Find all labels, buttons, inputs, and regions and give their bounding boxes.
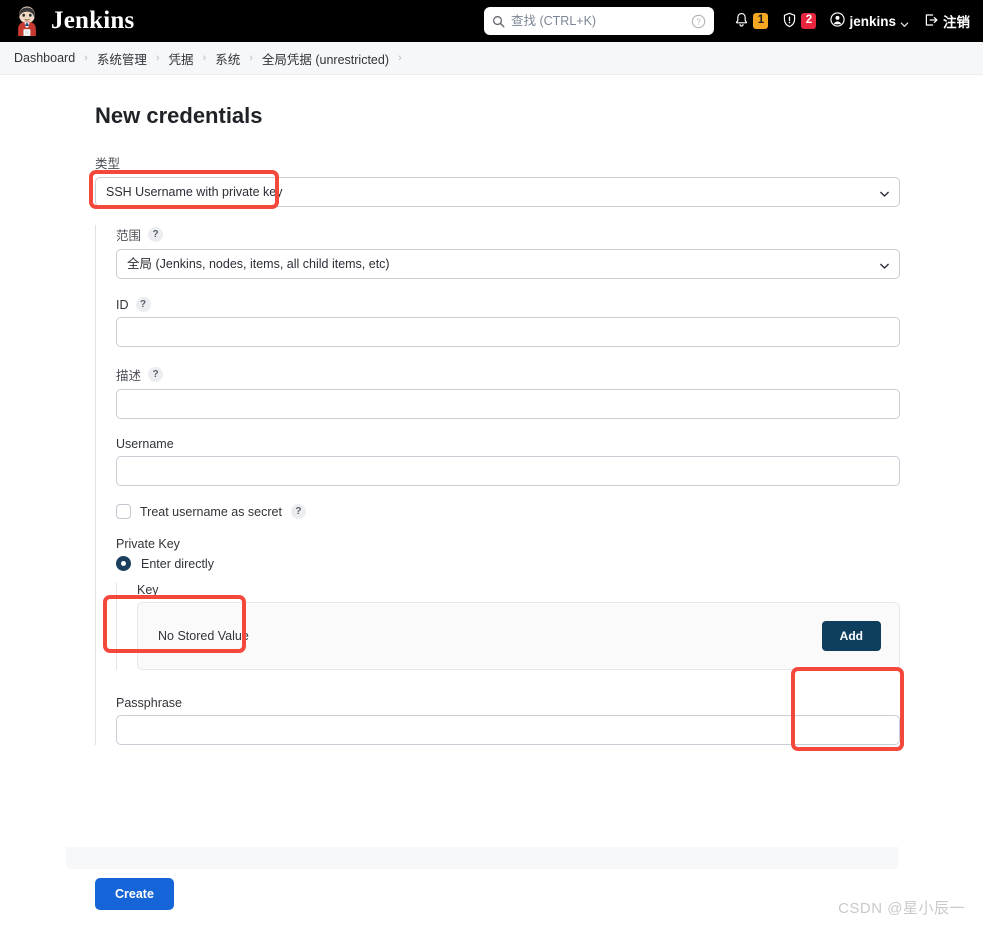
enter-directly-radio[interactable] <box>116 556 131 571</box>
page-title: New credentials <box>95 103 263 128</box>
user-circle-icon <box>830 12 846 30</box>
private-key-label-text: Private Key <box>116 537 180 551</box>
logout-button[interactable]: 注销 <box>916 0 977 42</box>
scope-help-icon[interactable]: ? <box>148 227 164 242</box>
breadcrumb-separator: › <box>84 52 88 64</box>
key-value-panel: No Stored Value Add <box>137 602 900 670</box>
key-stored-value: No Stored Value <box>158 629 249 643</box>
kind-label: 类型 <box>95 153 900 172</box>
brand-title: Jenkins <box>51 7 135 34</box>
app-header: Jenkins ? 1 <box>0 0 983 42</box>
svg-text:?: ? <box>696 17 701 26</box>
field-username: Username <box>116 437 900 486</box>
logout-icon <box>923 12 939 31</box>
security-warnings-button[interactable]: 2 <box>775 0 823 42</box>
notifications-badge: 1 <box>753 13 769 29</box>
description-input[interactable] <box>116 389 900 419</box>
breadcrumb-separator: › <box>202 52 207 64</box>
passphrase-label: Passphrase <box>116 696 900 710</box>
passphrase-label-text: Passphrase <box>116 696 183 710</box>
treat-username-as-secret-help-icon[interactable]: ? <box>290 504 306 519</box>
username-label-text: Username <box>116 437 174 451</box>
field-scope: 范围 ? 全局 (Jenkins, nodes, items, all chil… <box>116 225 900 279</box>
description-label-text: 描述 <box>116 369 142 383</box>
header-actions: 1 2 jenkins 注销 <box>727 0 977 42</box>
field-description: 描述 ? <box>116 365 900 419</box>
breadcrumb-item-manage[interactable]: 系统管理 <box>97 49 147 68</box>
chevron-down-icon <box>900 17 909 27</box>
search-input[interactable] <box>511 14 691 28</box>
id-label: ID ? <box>116 297 900 312</box>
treat-username-as-secret-label: Treat username as secret <box>140 504 282 519</box>
enter-directly-label: Enter directly <box>141 556 214 571</box>
field-kind: 类型 SSH Username with private key <box>95 153 900 207</box>
id-label-text: ID <box>116 297 129 312</box>
breadcrumb-separator: › <box>155 52 160 64</box>
username-input[interactable] <box>116 456 900 486</box>
kind-select-wrap: SSH Username with private key <box>95 177 900 207</box>
treat-username-as-secret-checkbox[interactable] <box>116 504 131 519</box>
scope-select[interactable]: 全局 (Jenkins, nodes, items, all child ite… <box>116 249 900 279</box>
breadcrumb-item-global-credentials[interactable]: 全局凭据 (unrestricted) <box>262 49 389 68</box>
user-menu-label: jenkins <box>849 13 896 29</box>
form-footer-band <box>66 847 899 869</box>
breadcrumb-item-dashboard[interactable]: Dashboard <box>14 51 75 65</box>
breadcrumb: Dashboard › 系统管理 › 凭据 › 系统 › 全局凭据 (unres… <box>0 42 983 75</box>
credentials-detail-group: 范围 ? 全局 (Jenkins, nodes, items, all chil… <box>95 225 900 745</box>
description-label: 描述 ? <box>116 365 900 384</box>
kind-select[interactable]: SSH Username with private key <box>95 177 900 207</box>
breadcrumb-separator: › <box>249 52 253 64</box>
field-passphrase: Passphrase <box>116 696 900 745</box>
key-label: Key <box>137 583 900 597</box>
shield-warning-icon <box>782 12 797 31</box>
security-badge: 2 <box>801 13 817 29</box>
key-label-text: Key <box>137 583 159 597</box>
jenkins-butler-icon <box>14 6 42 37</box>
global-search[interactable]: ? <box>484 7 714 35</box>
treat-username-as-secret-row: Treat username as secret ? <box>116 504 900 519</box>
create-button[interactable]: Create <box>95 878 174 910</box>
scope-select-wrap: 全局 (Jenkins, nodes, items, all child ite… <box>116 249 900 279</box>
jenkins-logo-link[interactable]: Jenkins <box>14 6 135 37</box>
private-key-enter-directly-row[interactable]: Enter directly <box>116 556 900 571</box>
page-content: New credentials 类型 SSH Username with pri… <box>0 75 983 930</box>
breadcrumb-item-credentials[interactable]: 凭据 <box>169 49 194 68</box>
id-input[interactable] <box>116 317 900 347</box>
private-key-value-group: Key No Stored Value Add <box>116 583 900 670</box>
id-help-icon[interactable]: ? <box>135 297 151 312</box>
scope-label: 范围 ? <box>116 225 900 244</box>
kind-label-text: 类型 <box>95 157 121 171</box>
credentials-form: 类型 SSH Username with private key 范围 ? 全局… <box>95 153 900 745</box>
private-key-label: Private Key <box>116 537 900 551</box>
user-menu-button[interactable]: jenkins <box>823 0 916 42</box>
logout-label: 注销 <box>943 15 970 30</box>
scope-label-text: 范围 <box>116 229 142 243</box>
add-key-button[interactable]: Add <box>821 621 881 651</box>
search-help-icon[interactable]: ? <box>691 14 706 29</box>
description-help-icon[interactable]: ? <box>148 367 164 382</box>
field-id: ID ? <box>116 297 900 347</box>
breadcrumb-separator-trailing: › <box>398 52 402 64</box>
watermark: CSDN @星小辰一 <box>838 900 965 917</box>
notifications-button[interactable]: 1 <box>727 0 775 42</box>
username-label: Username <box>116 437 900 451</box>
field-private-key: Private Key Enter directly Key No Stored… <box>116 537 900 670</box>
passphrase-input[interactable] <box>116 715 900 745</box>
bell-icon <box>734 12 749 31</box>
breadcrumb-item-system[interactable]: 系统 <box>215 49 240 68</box>
search-icon <box>492 15 505 28</box>
